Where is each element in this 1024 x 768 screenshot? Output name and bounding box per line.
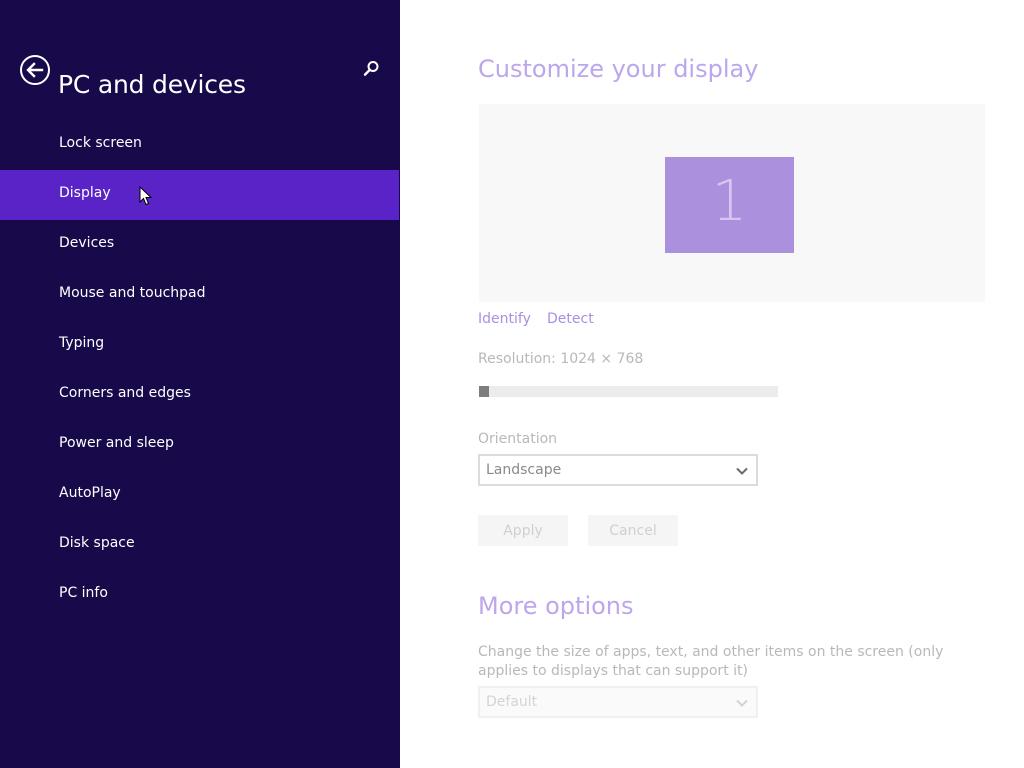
identify-link[interactable]: Identify — [478, 311, 531, 327]
orientation-dropdown[interactable]: Landscape — [478, 454, 758, 486]
scale-description: Change the size of apps, text, and other… — [478, 644, 944, 679]
nav-item-corners-and-edges[interactable]: Corners and edges — [0, 370, 399, 420]
nav-item-label: Lock screen — [59, 135, 142, 151]
scale-selected-value: Default — [486, 694, 538, 710]
resolution-slider-thumb[interactable] — [479, 386, 489, 397]
nav-item-label: Mouse and touchpad — [59, 285, 206, 301]
nav-item-label: Typing — [59, 335, 105, 351]
nav-item-autoplay[interactable]: AutoPlay — [0, 470, 399, 520]
page-title: PC and devices — [58, 69, 246, 99]
back-arrow-icon — [20, 55, 50, 85]
orientation-selected-value: Landscape — [486, 462, 562, 478]
nav-item-label: PC info — [59, 585, 108, 601]
apply-button[interactable]: Apply — [478, 515, 568, 546]
nav-item-label: Corners and edges — [59, 385, 191, 401]
section-heading-customize-display: Customize your display — [478, 55, 759, 83]
chevron-down-icon — [736, 699, 748, 707]
nav-item-label: AutoPlay — [59, 485, 121, 501]
content-pane: Customize your display 1 Identify Detect… — [400, 0, 1024, 768]
search-button[interactable] — [360, 58, 382, 80]
nav-item-disk-space[interactable]: Disk space — [0, 520, 399, 570]
chevron-down-icon — [736, 467, 748, 475]
nav-item-display[interactable]: Display — [0, 170, 399, 220]
resolution-slider[interactable] — [479, 386, 778, 397]
nav-list: Lock screen Display Devices Mouse and to… — [0, 120, 400, 620]
nav-item-pc-info[interactable]: PC info — [0, 570, 399, 620]
display-arrangement-area: 1 — [479, 104, 985, 302]
nav-item-mouse-and-touchpad[interactable]: Mouse and touchpad — [0, 270, 399, 320]
nav-item-label: Devices — [59, 235, 115, 251]
nav-header: PC and devices — [0, 44, 400, 99]
nav-item-label: Disk space — [59, 535, 135, 551]
nav-item-typing[interactable]: Typing — [0, 320, 399, 370]
nav-pane: PC and devices Lock screen Display Devic… — [0, 0, 400, 768]
nav-item-label: Power and sleep — [59, 435, 174, 451]
resolution-label: Resolution: 1024 × 768 — [478, 351, 644, 367]
scale-dropdown[interactable]: Default — [478, 686, 758, 718]
nav-item-power-and-sleep[interactable]: Power and sleep — [0, 420, 399, 470]
search-icon — [363, 61, 379, 76]
back-button[interactable] — [19, 54, 51, 86]
cancel-button[interactable]: Cancel — [588, 515, 678, 546]
detect-link[interactable]: Detect — [547, 311, 594, 327]
nav-item-devices[interactable]: Devices — [0, 220, 399, 270]
monitor-number: 1 — [711, 169, 748, 234]
section-heading-more-options: More options — [478, 592, 634, 620]
nav-item-lock-screen[interactable]: Lock screen — [0, 120, 399, 170]
nav-item-label: Display — [59, 185, 111, 201]
orientation-label: Orientation — [478, 431, 558, 447]
monitor-tile[interactable]: 1 — [665, 157, 794, 253]
